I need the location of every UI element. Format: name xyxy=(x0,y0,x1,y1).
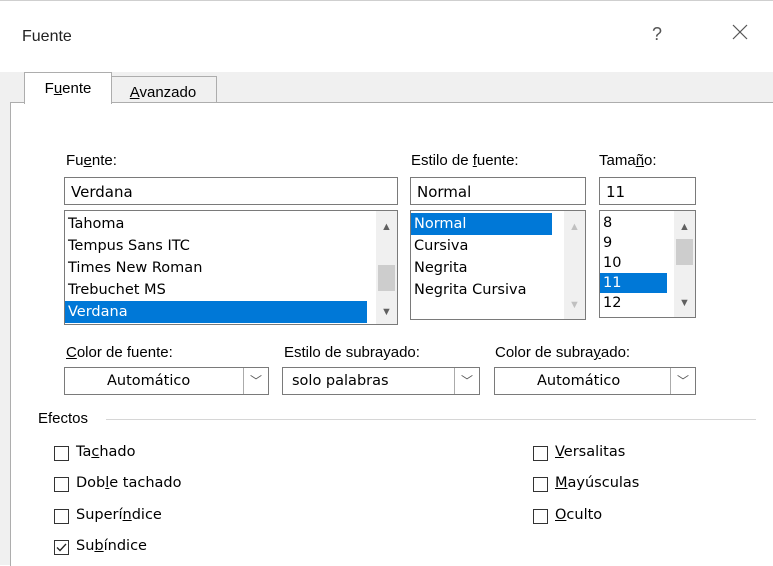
chevron-down-icon[interactable]: ﹀ xyxy=(243,368,268,394)
list-item[interactable]: Tahoma xyxy=(65,213,397,235)
chevron-down-icon[interactable]: ﹀ xyxy=(454,368,479,394)
scroll-down-icon[interactable]: ▼ xyxy=(376,302,397,322)
scroll-up-icon[interactable]: ▲ xyxy=(674,217,695,237)
font-style-label: Estilo de fuente: xyxy=(411,152,519,169)
size-scrollbar[interactable]: ▲ ▼ xyxy=(674,211,695,317)
scroll-up-icon[interactable]: ▲ xyxy=(376,217,397,237)
font-style-scrollbar: ▲ ▼ xyxy=(564,211,585,319)
scroll-down-icon[interactable]: ▼ xyxy=(674,293,695,313)
font-scrollbar[interactable]: ▲ ▼ xyxy=(376,211,397,324)
list-item-selected[interactable]: 11 xyxy=(600,273,667,293)
effects-divider xyxy=(106,419,756,420)
font-color-select[interactable]: Automático ﹀ xyxy=(64,367,269,395)
scroll-thumb[interactable] xyxy=(676,239,693,265)
underline-style-label: Estilo de subrayado: xyxy=(284,344,420,361)
font-style-input[interactable]: Normal xyxy=(410,177,586,205)
effects-heading: Efectos xyxy=(38,410,89,427)
font-style-listbox[interactable]: Normal Cursiva Negrita Negrita Cursiva ▲… xyxy=(410,210,586,320)
font-listbox[interactable]: Tahoma Tempus Sans ITC Times New Roman T… xyxy=(64,210,398,325)
scroll-up-icon: ▲ xyxy=(569,221,580,233)
list-item-selected[interactable]: Normal xyxy=(411,213,552,235)
window-title: Fuente xyxy=(22,28,72,45)
underline-style-select[interactable]: solo palabras ﹀ xyxy=(282,367,480,395)
list-item-selected[interactable]: Verdana xyxy=(65,301,367,323)
tab-fuente[interactable]: Fuente xyxy=(24,72,112,104)
list-item[interactable]: Cursiva xyxy=(411,235,585,257)
scroll-thumb[interactable] xyxy=(378,265,395,291)
font-color-label: Color de fuente: xyxy=(66,344,173,361)
list-item[interactable]: Times New Roman xyxy=(65,257,397,279)
checkmark-icon xyxy=(56,543,67,552)
font-label: Fuente: xyxy=(66,152,117,169)
chevron-down-icon[interactable]: ﹀ xyxy=(670,368,695,394)
help-icon[interactable]: ? xyxy=(652,24,662,45)
tab-panel xyxy=(10,102,773,566)
underline-color-label: Color de subrayado: xyxy=(495,344,631,361)
tab-avanzado[interactable]: Avanzado xyxy=(110,76,217,103)
list-item[interactable]: Negrita xyxy=(411,257,585,279)
underline-color-select[interactable]: Automático ﹀ xyxy=(494,367,696,395)
size-listbox[interactable]: 8 9 10 11 12 ▲ ▼ xyxy=(599,210,696,318)
list-item[interactable]: Tempus Sans ITC xyxy=(65,235,397,257)
list-item[interactable]: Trebuchet MS xyxy=(65,279,397,301)
close-icon[interactable] xyxy=(730,22,750,42)
list-item[interactable]: Negrita Cursiva xyxy=(411,279,585,301)
size-label: Tamaño: xyxy=(599,152,657,169)
font-input[interactable]: Verdana xyxy=(64,177,398,205)
scroll-down-icon: ▼ xyxy=(569,299,580,311)
size-input[interactable]: 11 xyxy=(599,177,696,205)
